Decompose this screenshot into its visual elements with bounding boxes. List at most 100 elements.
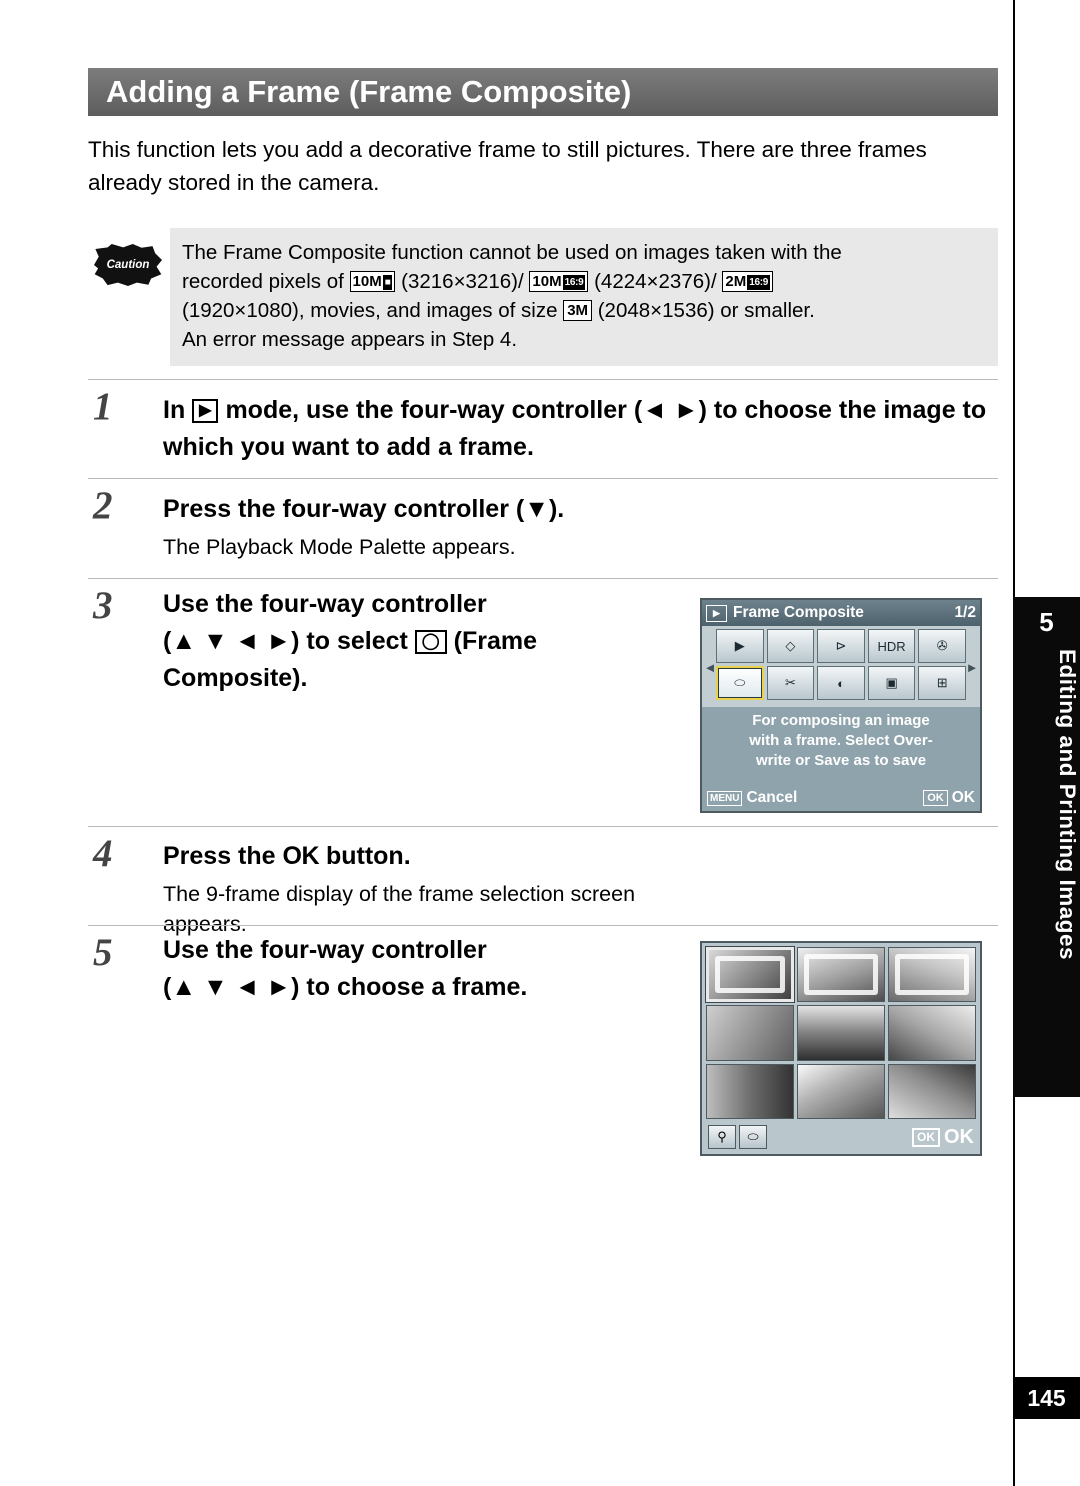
pixel-badge-10m-169: 10M 16:9: [529, 271, 589, 292]
cancel-label[interactable]: Cancel: [746, 789, 797, 807]
step-number-4: 4: [93, 832, 113, 875]
camera-screen-frame-selection: ⚲ ⬭ OK OK: [700, 941, 982, 1156]
frame-thumb-7[interactable]: [797, 1063, 885, 1119]
palette-icon-0[interactable]: ▶: [716, 629, 764, 663]
camera1-title: Frame Composite: [733, 604, 864, 621]
frame-thumb-3[interactable]: [706, 1005, 794, 1061]
frame-thumb-8[interactable]: [888, 1063, 976, 1119]
caution-line3a: (1920×1080), movies, and images of size: [182, 299, 558, 322]
step3-line2c: (Frame: [453, 627, 538, 655]
step2-text-c: ).: [548, 495, 565, 523]
frame-thumb-0[interactable]: [705, 945, 795, 1004]
step4-text-b: button.: [325, 842, 411, 870]
palette-icon-6[interactable]: ✂: [766, 666, 815, 700]
rule-step-4: [88, 826, 998, 827]
step-heading-3: Use the four-way controller (▲ ▼ ◄ ►) to…: [163, 586, 683, 697]
camera1-right-arrow[interactable]: ►: [966, 629, 979, 705]
step-number-5: 5: [93, 931, 113, 974]
zoom-icon[interactable]: ⚲: [708, 1125, 736, 1149]
palette-icon-8[interactable]: ▣: [867, 666, 916, 700]
palette-icon-frame-composite[interactable]: ⬭: [716, 666, 764, 700]
camera1-footer: MENU Cancel OK OK: [702, 785, 980, 811]
caution-line2a: recorded pixels of: [182, 270, 344, 293]
side-tab-text: Editing and Printing Images: [1055, 649, 1080, 961]
step2-text-a: Press the four-way controller (: [163, 495, 525, 523]
playback-mode-icon: ▶: [192, 399, 219, 423]
ok-button-glyph: OK: [282, 842, 320, 870]
caution-box: The Frame Composite function cannot be u…: [170, 228, 998, 366]
step-number-3: 3: [93, 584, 113, 627]
caution-line3b: (2048×1536) or smaller.: [597, 299, 815, 322]
frame-thumb-2[interactable]: [888, 947, 976, 1003]
frame-thumb-5[interactable]: [888, 1005, 976, 1061]
camera1-page-indicator: 1/2: [954, 604, 976, 621]
camera-screen-playback-palette: ▶ Frame Composite 1/2 ◄ ▶ ◇ ⊳ HDR ✇ ⬭ ✂ …: [700, 598, 982, 813]
camera2-footer: ⚲ ⬭ OK OK: [702, 1120, 980, 1154]
caution-text: The Frame Composite function cannot be u…: [182, 238, 986, 354]
caution-line2c: (4224×2376)/: [594, 270, 717, 293]
rule-step-5: [88, 925, 998, 926]
camera1-footer-right: OK OK: [923, 789, 975, 807]
caution-line2b: (3216×3216)/: [401, 270, 524, 293]
camera1-description: For composing an image with a frame. Sel…: [702, 707, 980, 771]
camera1-cells: ▶ ◇ ⊳ HDR ✇ ⬭ ✂ ◐ ▣ ⊞: [716, 629, 966, 700]
page-title-bar: Adding a Frame (Frame Composite): [88, 68, 998, 116]
step5-arrows: ▲ ▼ ◄ ►: [171, 973, 292, 1001]
ok-key-icon-2[interactable]: OK: [912, 1127, 940, 1147]
camera1-desc-line2: with a frame. Select Over-: [749, 732, 933, 749]
pixel-badge-2m-169: 2M 16:9: [722, 271, 774, 292]
caution-badge-label: Caution: [94, 244, 162, 286]
palette-icon-2[interactable]: ⊳: [817, 629, 865, 663]
palette-icon-9[interactable]: ⊞: [918, 666, 966, 700]
frame-overlay-0: [715, 956, 785, 994]
frame-thumb-4[interactable]: [797, 1005, 885, 1061]
camera1-icon-grid: ◄ ▶ ◇ ⊳ HDR ✇ ⬭ ✂ ◐ ▣ ⊞ ►: [702, 626, 980, 707]
step3-line2b: ) to select: [291, 627, 408, 655]
frame-overlay-1: [804, 954, 878, 996]
ok-label[interactable]: OK: [952, 789, 975, 807]
pixel-badge-10m-square: 10M ■: [349, 271, 396, 292]
rule-step-1: [88, 379, 998, 380]
frame-thumbnail-grid: [705, 945, 976, 1119]
step-heading-1: In ▶ mode, use the four-way controller (…: [163, 392, 998, 466]
palette-icon-1[interactable]: ◇: [766, 629, 815, 663]
step5-line2b: ) to choose a frame.: [291, 973, 528, 1001]
step3-arrows: ▲ ▼ ◄ ►: [171, 627, 292, 655]
step-sub-4: The 9-frame display of the frame selecti…: [163, 882, 636, 936]
camera2-footer-right: OK OK: [912, 1126, 974, 1149]
step3-line1: Use the four-way controller: [163, 590, 487, 618]
frame-thumb-6[interactable]: [706, 1063, 794, 1119]
step-heading-5: Use the four-way controller (▲ ▼ ◄ ►) to…: [163, 932, 683, 1006]
step1-arrows: ◄ ►: [642, 396, 699, 424]
page-title: Adding a Frame (Frame Composite): [106, 74, 632, 109]
palette-icon-7[interactable]: ◐: [817, 666, 865, 700]
caution-line1: The Frame Composite function cannot be u…: [182, 241, 842, 264]
side-tab: 5 Editing and Printing Images: [1013, 597, 1080, 1097]
step2-arrows: ▼: [524, 495, 549, 523]
palette-icon-4[interactable]: ✇: [918, 629, 966, 663]
mode-icon[interactable]: ⬭: [739, 1125, 767, 1149]
frame-thumb-1[interactable]: [797, 947, 885, 1003]
side-tab-number: 5: [1039, 607, 1054, 637]
rule-step-2: [88, 478, 998, 479]
ok-label-2[interactable]: OK: [944, 1126, 974, 1149]
step-sub-2: The Playback Mode Palette appears.: [163, 535, 516, 559]
frame-overlay-2: [895, 954, 969, 996]
ok-key-icon[interactable]: OK: [923, 790, 948, 806]
pixel-badge-3m: 3M: [563, 300, 593, 321]
frame-composite-icon: ◯: [414, 630, 447, 654]
page: Adding a Frame (Frame Composite) This fu…: [0, 0, 1080, 1486]
step1-text-b: mode, use the four-way controller (: [225, 396, 643, 424]
playback-icon: ▶: [706, 604, 727, 622]
palette-icon-hdr[interactable]: HDR: [867, 629, 916, 663]
rule-step-3: [88, 578, 998, 579]
step3-line3: Composite).: [163, 664, 308, 692]
caution-line4: An error message appears in Step 4.: [182, 328, 518, 351]
step5-line1: Use the four-way controller: [163, 936, 487, 964]
camera1-left-arrow[interactable]: ◄: [704, 629, 717, 705]
page-number: 145: [1013, 1377, 1080, 1419]
menu-key-icon[interactable]: MENU: [707, 790, 743, 806]
caution-icon: Caution: [93, 243, 163, 287]
step-number-1: 1: [93, 385, 113, 428]
step4-text-a: Press the: [163, 842, 276, 870]
